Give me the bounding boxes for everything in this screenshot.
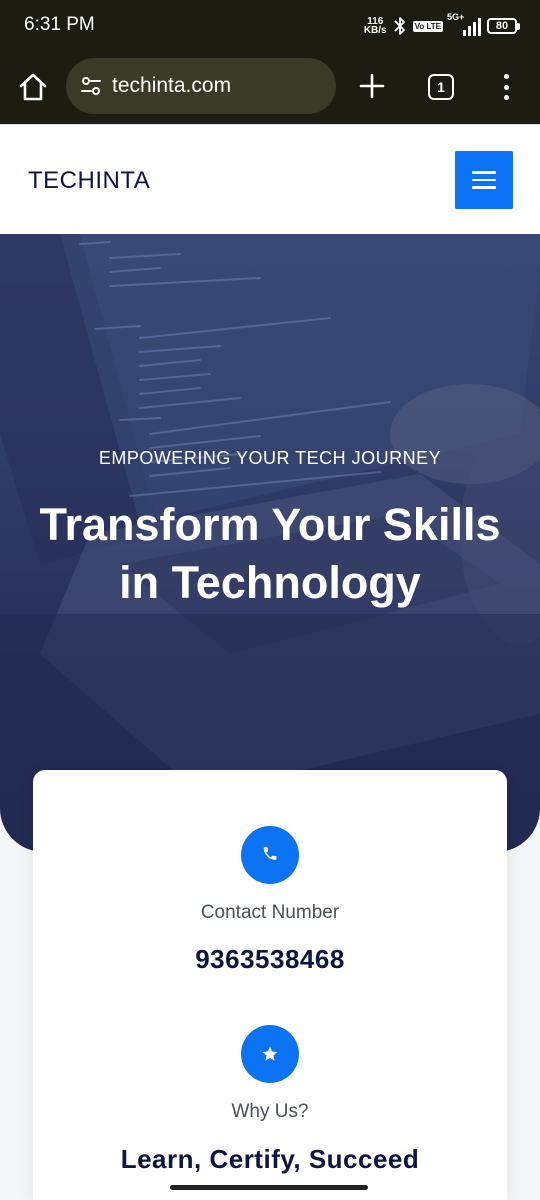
star-icon (262, 1046, 278, 1061)
hero-kicker: EMPOWERING YOUR TECH JOURNEY (98, 448, 442, 468)
browser-toolbar: techinta.com 1 (0, 50, 540, 124)
why-us-label: Why Us? (231, 1101, 309, 1122)
signal-icon: 5G+ (447, 12, 481, 36)
hero-title: Transform Your Skills in Technology (20, 496, 520, 612)
battery-level: 80 (487, 18, 517, 34)
network-speed: 116 KB/s (363, 17, 387, 36)
battery-icon: 80 (487, 18, 520, 34)
network-speed-unit: KB/s (363, 25, 387, 36)
info-card: Contact Number 9363538468 Why Us? Learn,… (33, 770, 507, 1200)
status-time: 6:31 PM (24, 14, 95, 35)
hero-section: EMPOWERING YOUR TECH JOURNEY Transform Y… (0, 234, 540, 852)
star-icon-circle (241, 1025, 299, 1083)
site-settings-icon[interactable] (80, 75, 102, 97)
hero-title-line-1: Transform Your Skills (39, 499, 501, 550)
contact-number-value[interactable]: 9363538468 (33, 944, 507, 975)
gesture-home-indicator[interactable] (170, 1185, 368, 1190)
hamburger-menu-button[interactable] (455, 151, 513, 209)
hero-title-line-2: in Technology (119, 557, 421, 608)
volte-badge: Vo LTE (412, 20, 443, 32)
hamburger-icon (472, 171, 496, 174)
network-type: 5G+ (447, 12, 465, 22)
site-logo[interactable]: TECHINTA (28, 167, 150, 195)
phone-icon-circle (241, 826, 299, 884)
site-header: TECHINTA (0, 124, 540, 234)
why-us-value: Learn, Certify, Succeed (120, 1144, 420, 1174)
tab-switcher-icon[interactable]: 1 (428, 74, 454, 100)
url-text[interactable]: techinta.com (112, 74, 231, 98)
new-tab-icon[interactable] (358, 72, 386, 100)
address-bar[interactable]: techinta.com (66, 58, 336, 114)
more-menu-icon[interactable] (498, 72, 514, 102)
bluetooth-icon (393, 17, 405, 35)
status-icons: 116 KB/s Vo LTE 5G+ 80 (363, 12, 520, 38)
phone-icon (263, 847, 277, 860)
home-icon[interactable] (16, 70, 50, 104)
status-bar: 6:31 PM 116 KB/s Vo LTE 5G+ 80 (0, 0, 540, 50)
contact-number-label: Contact Number (200, 902, 340, 923)
